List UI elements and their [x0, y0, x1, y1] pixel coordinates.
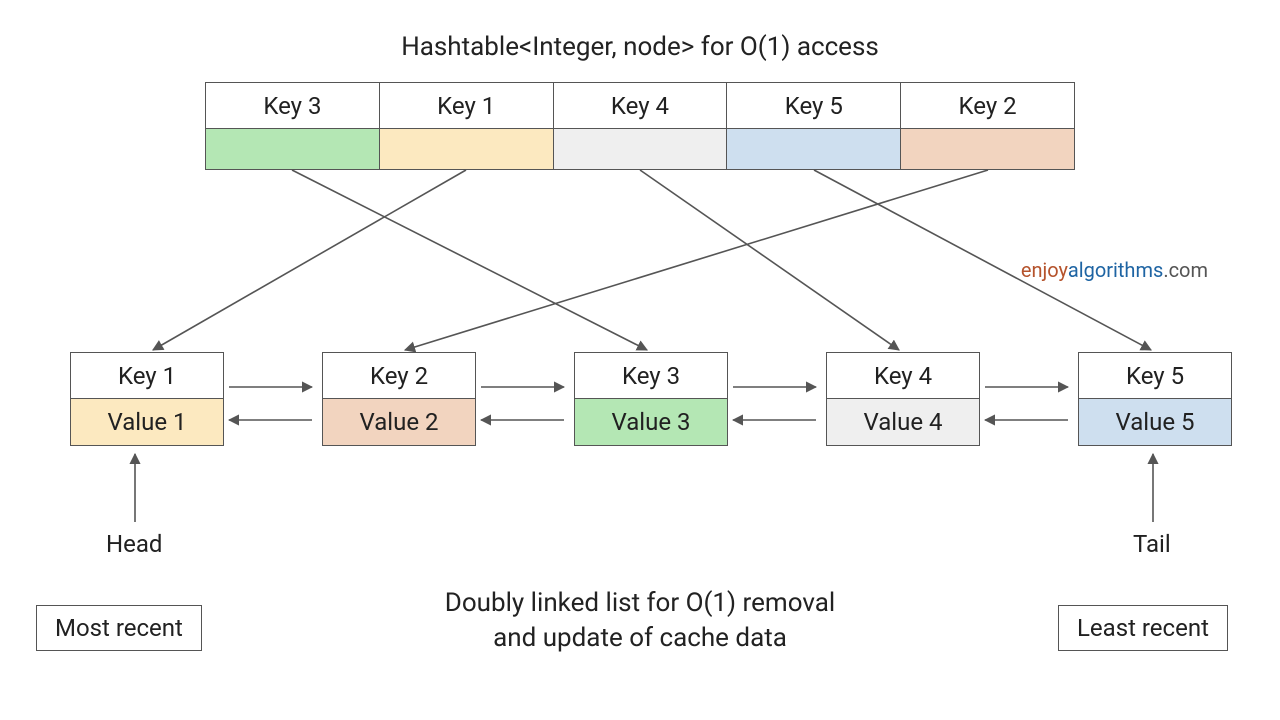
list-node: Key 3 Value 3	[574, 352, 728, 446]
hashtable-value	[554, 129, 727, 169]
list-node: Key 2 Value 2	[322, 352, 476, 446]
node-value: Value 4	[827, 399, 979, 445]
hashtable-slot: Key 4	[553, 82, 727, 170]
pointer-key3	[292, 170, 647, 350]
watermark-part1: enjoy	[1021, 258, 1068, 282]
node-key: Key 3	[575, 353, 727, 399]
hashtable-value	[901, 129, 1074, 169]
hashtable-slot: Key 2	[900, 82, 1075, 170]
hashtable-value	[727, 129, 900, 169]
hashtable-key: Key 5	[727, 83, 900, 129]
title-top: Hashtable<Integer, node> for O(1) access	[0, 32, 1280, 62]
head-label: Head	[106, 530, 162, 558]
node-key: Key 5	[1079, 353, 1231, 399]
hashtable-key: Key 1	[380, 83, 553, 129]
hashtable: Key 3 Key 1 Key 4 Key 5 Key 2	[205, 82, 1075, 170]
list-node: Key 5 Value 5	[1078, 352, 1232, 446]
node-value: Value 1	[71, 399, 223, 445]
pointer-key1	[153, 170, 466, 350]
diagram-stage: Hashtable<Integer, node> for O(1) access…	[0, 0, 1280, 720]
pointer-key2	[405, 170, 988, 350]
pointer-key4	[640, 170, 899, 350]
hashtable-key: Key 4	[554, 83, 727, 129]
node-key: Key 1	[71, 353, 223, 399]
linked-list: Key 1 Value 1 Key 2 Value 2 Key 3 Value …	[70, 352, 1232, 446]
hashtable-slot: Key 3	[205, 82, 379, 170]
tail-label: Tail	[1133, 530, 1171, 558]
node-value: Value 2	[323, 399, 475, 445]
watermark: enjoyalgorithms.com	[1021, 258, 1208, 282]
hashtable-key: Key 2	[901, 83, 1074, 129]
list-node: Key 1 Value 1	[70, 352, 224, 446]
hashtable-key: Key 3	[206, 83, 379, 129]
title-bottom-line1: Doubly linked list for O(1) removal	[445, 588, 835, 618]
watermark-part2: algorithms	[1068, 258, 1163, 282]
node-value: Value 3	[575, 399, 727, 445]
title-bottom: Doubly linked list for O(1) removal and …	[0, 586, 1280, 656]
watermark-part3: .com	[1163, 258, 1208, 282]
hashtable-slot: Key 5	[726, 82, 900, 170]
list-node: Key 4 Value 4	[826, 352, 980, 446]
title-bottom-line2: and update of cache data	[493, 623, 787, 653]
node-value: Value 5	[1079, 399, 1231, 445]
hashtable-value	[206, 129, 379, 169]
hashtable-slot: Key 1	[379, 82, 553, 170]
node-key: Key 2	[323, 353, 475, 399]
node-key: Key 4	[827, 353, 979, 399]
hashtable-value	[380, 129, 553, 169]
